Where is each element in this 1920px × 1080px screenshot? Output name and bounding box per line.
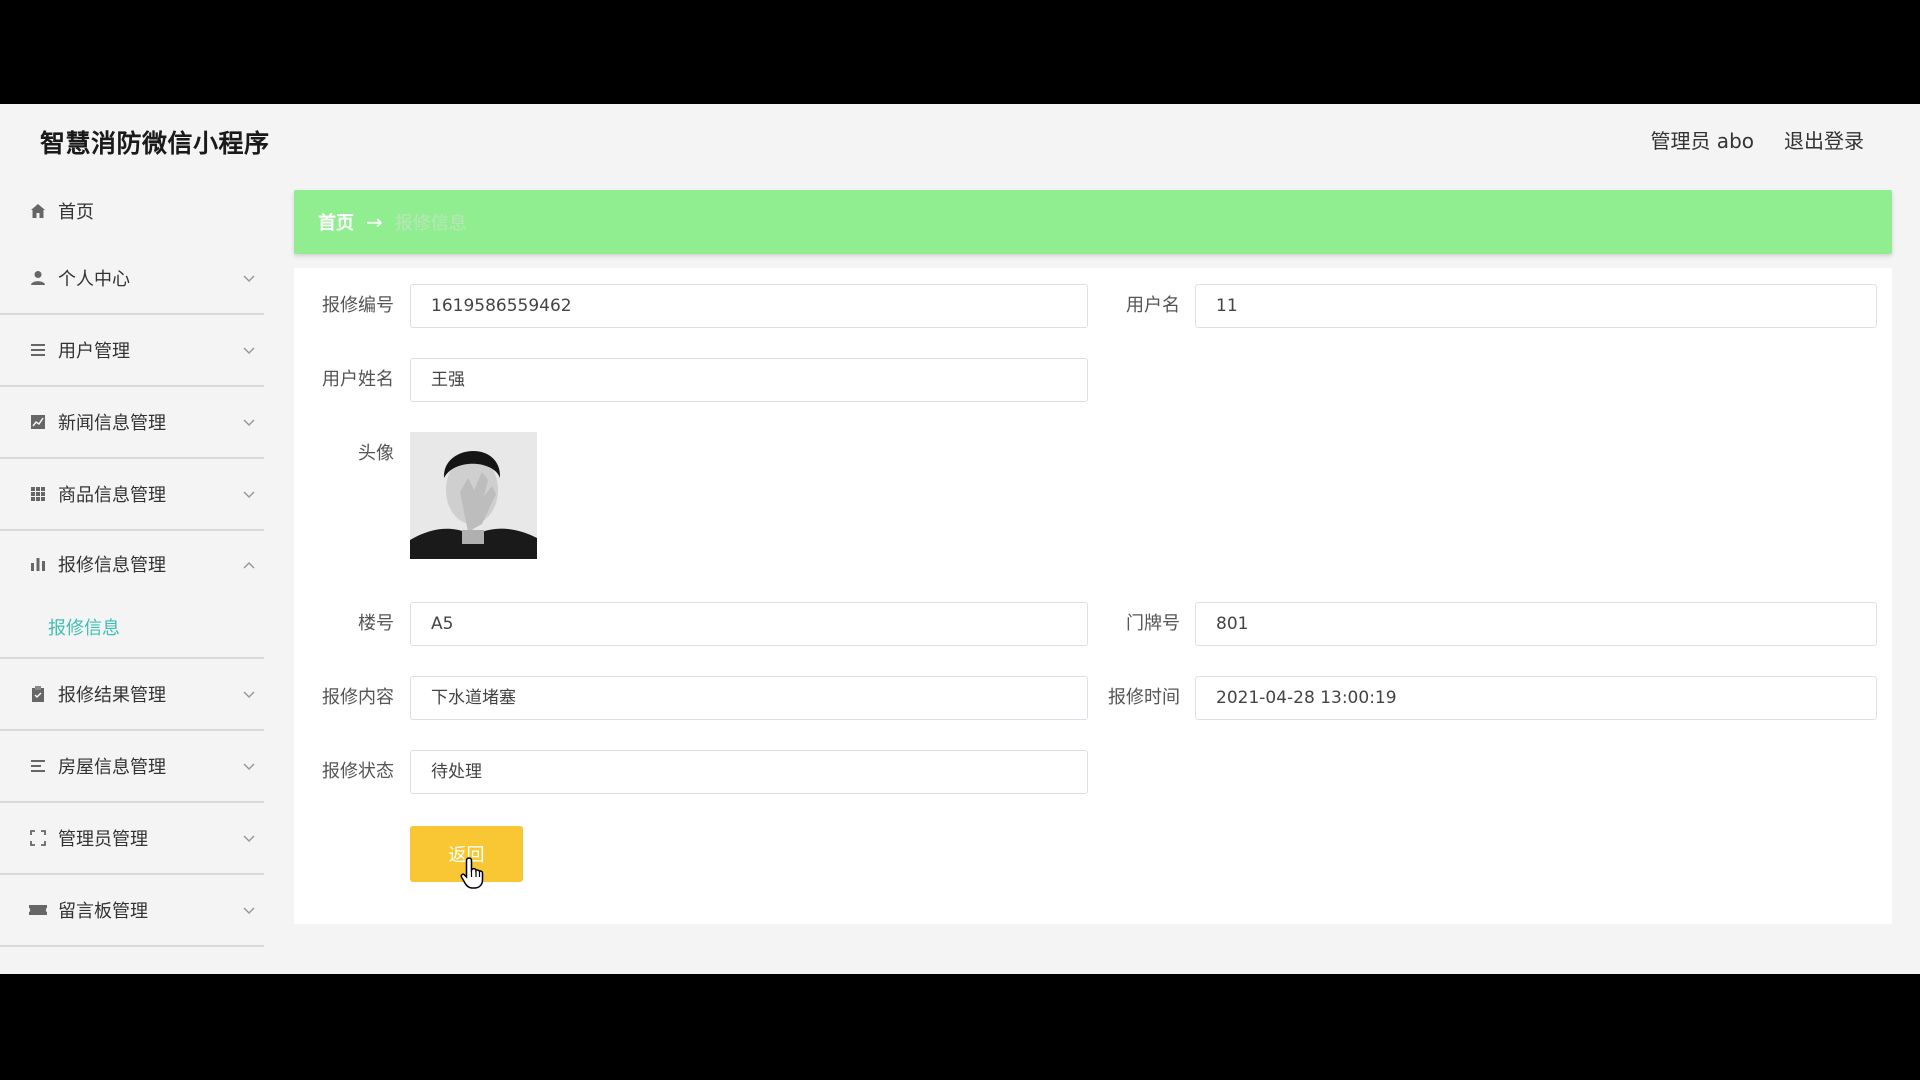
username-field[interactable]: 11	[1195, 284, 1877, 328]
repair-no-label: 报修编号	[322, 295, 394, 316]
breadcrumb: 首页 → 报修信息	[294, 190, 1892, 254]
fullscreen-icon	[28, 828, 48, 848]
sidebar-item-label: 个人中心	[58, 269, 130, 290]
sidebar-item-label: 首页	[58, 201, 94, 223]
sidebar-item-label: 管理员管理	[58, 829, 148, 850]
sidebar-item-label: 报修结果管理	[58, 685, 166, 706]
avatar-label: 头像	[358, 443, 394, 464]
content-label: 报修内容	[322, 687, 394, 708]
repair-detail-form: 报修编号 1619586559462 用户名 11 用户姓名 王强 头像 楼号 …	[294, 268, 1892, 924]
breadcrumb-current: 报修信息	[394, 213, 467, 234]
breadcrumb-home-link[interactable]: 首页	[318, 209, 354, 235]
status-label: 报修状态	[322, 761, 394, 782]
sidebar-item-label: 商品信息管理	[58, 485, 166, 506]
building-field[interactable]: A5	[410, 602, 1088, 646]
user-icon	[28, 268, 48, 288]
building-label: 楼号	[358, 613, 394, 634]
sidebar-item-repair-result[interactable]: 报修结果管理	[0, 659, 264, 731]
chevron-down-icon	[243, 763, 255, 771]
chevron-down-icon	[243, 419, 255, 427]
sidebar-item-label: 新闻信息管理	[58, 413, 166, 434]
home-icon	[28, 201, 48, 221]
sidebar: 首页 个人中心 用户管理 新闻信息管理 商品信息管理 报修信息管理 报修信息 报…	[0, 178, 264, 974]
sidebar-item-label: 报修信息管理	[58, 555, 166, 576]
sidebar-item-repair[interactable]: 报修信息管理	[0, 531, 264, 597]
avatar-image	[410, 432, 537, 559]
sidebar-item-message[interactable]: 留言板管理	[0, 875, 264, 947]
door-field[interactable]: 801	[1195, 602, 1877, 646]
hand-cursor-icon	[460, 857, 484, 889]
door-label: 门牌号	[1126, 613, 1180, 634]
chevron-down-icon	[243, 275, 255, 283]
chevron-down-icon	[243, 907, 255, 915]
list-icon	[28, 340, 48, 360]
username-label: 用户名	[1126, 295, 1180, 316]
main-content: 首页 → 报修信息 报修编号 1619586559462 用户名 11 用户姓名…	[294, 190, 1892, 924]
grid-icon	[28, 484, 48, 504]
status-field[interactable]: 待处理	[410, 750, 1088, 794]
name-field[interactable]: 王强	[410, 358, 1088, 402]
name-label: 用户姓名	[322, 369, 394, 390]
chevron-down-icon	[243, 691, 255, 699]
sidebar-item-label: 用户管理	[58, 341, 130, 362]
menu-icon	[28, 756, 48, 776]
sidebar-item-label: 房屋信息管理	[58, 757, 166, 778]
chevron-down-icon	[243, 491, 255, 499]
sidebar-item-news[interactable]: 新闻信息管理	[0, 387, 264, 459]
time-field[interactable]: 2021-04-28 13:00:19	[1195, 676, 1877, 720]
content-field[interactable]: 下水道堵塞	[410, 676, 1088, 720]
arrow-right-icon: →	[366, 210, 383, 234]
sidebar-item-profile[interactable]: 个人中心	[0, 243, 264, 315]
bar-chart-icon	[28, 554, 48, 574]
repair-no-field[interactable]: 1619586559462	[410, 284, 1088, 328]
sidebar-item-label: 留言板管理	[58, 901, 148, 922]
clipboard-icon	[28, 684, 48, 704]
top-header: 智慧消防微信小程序 管理员 abo 退出登录	[0, 104, 1920, 178]
logout-link[interactable]: 退出登录	[1784, 126, 1864, 156]
chevron-down-icon	[243, 835, 255, 843]
sidebar-item-users[interactable]: 用户管理	[0, 315, 264, 387]
sidebar-item-goods[interactable]: 商品信息管理	[0, 459, 264, 531]
ticket-icon	[28, 900, 48, 920]
app-title: 智慧消防微信小程序	[40, 129, 270, 158]
current-user: 管理员 abo	[1650, 129, 1754, 153]
sidebar-item-home[interactable]: 首页	[0, 178, 264, 243]
sidebar-item-admin[interactable]: 管理员管理	[0, 803, 264, 875]
chart-line-icon	[28, 412, 48, 432]
submenu-item-repair-info[interactable]: 报修信息	[0, 597, 264, 659]
chevron-up-icon	[243, 561, 255, 569]
chevron-down-icon	[243, 347, 255, 355]
app-window: 智慧消防微信小程序 管理员 abo 退出登录 首页 个人中心 用户管理 新闻信息…	[0, 104, 1920, 974]
sidebar-item-house[interactable]: 房屋信息管理	[0, 731, 264, 803]
header-user-area: 管理员 abo 退出登录	[1650, 126, 1864, 156]
time-label: 报修时间	[1108, 687, 1180, 708]
